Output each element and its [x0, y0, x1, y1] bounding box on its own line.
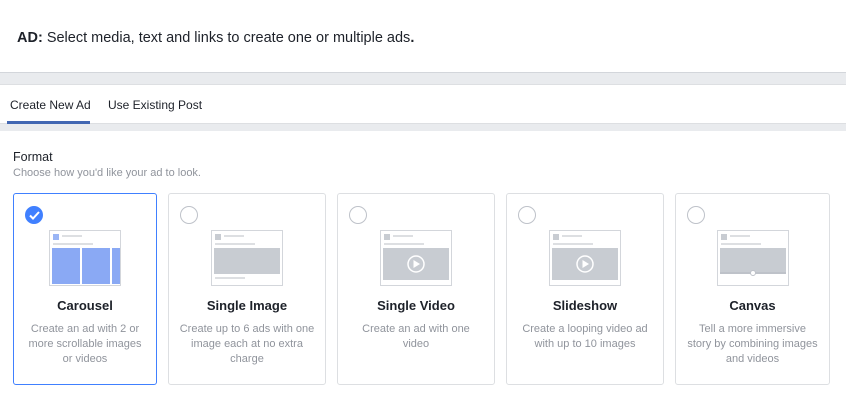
header-label: AD: — [17, 30, 43, 46]
tab-bar: Create New Ad Use Existing Post — [0, 84, 846, 124]
carousel-thumbnail-icon — [49, 230, 121, 286]
canvas-thumbnail-icon — [717, 230, 789, 286]
radio-button[interactable] — [349, 206, 367, 224]
slideshow-thumbnail-icon — [549, 230, 621, 286]
option-description: Create up to 6 ads with one image each a… — [179, 323, 315, 365]
format-option-carousel[interactable]: Carousel Create an ad with 2 or more scr… — [13, 193, 157, 385]
option-description: Create a looping video ad with up to 10 … — [522, 323, 648, 350]
format-option-single-video[interactable]: Single Video Create an ad with one video — [337, 193, 495, 385]
format-option-canvas[interactable]: Canvas Tell a more immersive story by co… — [675, 193, 830, 385]
option-title: Single Image — [206, 298, 288, 313]
format-option-slideshow[interactable]: Slideshow Create a looping video ad with… — [506, 193, 664, 385]
option-title: Carousel — [57, 298, 113, 313]
option-description: Create an ad with one video — [362, 323, 470, 350]
header-instructions: AD: Select media, text and links to crea… — [17, 30, 414, 46]
radio-button[interactable] — [180, 206, 198, 224]
single-image-thumbnail-icon — [211, 230, 283, 286]
radio-button[interactable] — [687, 206, 705, 224]
tab-create-new-ad[interactable]: Create New Ad — [10, 85, 91, 124]
header-period: . — [410, 30, 415, 46]
format-panel: Format Choose how you'd like your ad to … — [0, 131, 846, 402]
option-title: Single Video — [377, 298, 455, 313]
option-title: Slideshow — [552, 298, 618, 313]
format-subtitle: Choose how you'd like your ad to look. — [13, 167, 201, 179]
radio-button[interactable] — [518, 206, 536, 224]
tab-use-existing-post[interactable]: Use Existing Post — [108, 85, 202, 124]
header-text: Select media, text and links to create o… — [46, 30, 411, 46]
format-title: Format — [13, 150, 53, 164]
format-option-single-image[interactable]: Single Image Create up to 6 ads with one… — [168, 193, 326, 385]
option-description: Create an ad with 2 or more scrollable i… — [28, 323, 142, 365]
video-thumbnail-icon — [380, 230, 452, 286]
active-tab-indicator — [7, 121, 90, 124]
page-header: AD: Select media, text and links to crea… — [0, 0, 846, 73]
checkmark-icon[interactable] — [25, 206, 43, 224]
option-description: Tell a more immersive story by combining… — [687, 323, 818, 365]
option-title: Canvas — [729, 298, 776, 313]
